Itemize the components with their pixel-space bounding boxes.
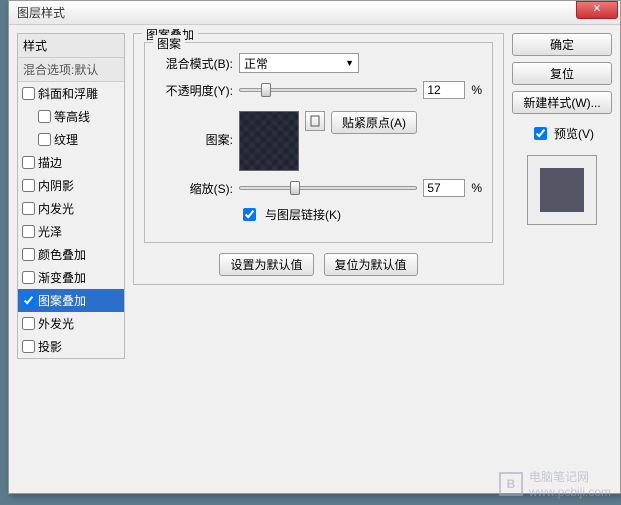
set-default-button[interactable]: 设置为默认值 [219,253,313,276]
style-checkbox[interactable] [22,271,35,284]
style-checkbox[interactable] [22,317,35,330]
style-item-3[interactable]: 描边 [18,151,124,174]
titlebar: 图层样式 ✕ [9,1,620,25]
style-label: 斜面和浮雕 [38,85,98,102]
style-label: 内发光 [38,200,74,217]
scale-slider[interactable] [239,186,417,190]
style-checkbox[interactable] [22,202,35,215]
style-label: 图案叠加 [38,292,86,309]
watermark: B 电脑笔记网 www.pcbiji.com [499,468,611,499]
right-buttons: 确定 复位 新建样式(W)... 预览(V) [512,33,612,485]
link-layer-checkbox[interactable] [243,208,256,221]
styles-header[interactable]: 样式 [18,34,124,58]
chevron-down-icon: ▼ [345,58,354,68]
new-style-button[interactable]: 新建样式(W)... [512,91,612,114]
watermark-line2: www.pcbiji.com [529,485,611,499]
blend-options-header[interactable]: 混合选项:默认 [18,58,124,82]
style-label: 渐变叠加 [38,269,86,286]
scale-input[interactable] [423,179,465,197]
pattern-new-icon[interactable] [305,111,325,131]
style-label: 光泽 [38,223,62,240]
style-checkbox[interactable] [22,294,35,307]
reset-default-button[interactable]: 复位为默认值 [324,253,418,276]
blend-mode-label: 混合模式(B): [155,55,233,72]
style-item-1[interactable]: 等高线 [18,105,124,128]
window-title: 图层样式 [17,4,65,21]
style-checkbox[interactable] [22,225,35,238]
cancel-button[interactable]: 复位 [512,62,612,85]
close-button[interactable]: ✕ [576,1,618,19]
ok-button[interactable]: 确定 [512,33,612,56]
style-checkbox[interactable] [22,156,35,169]
document-icon [309,115,321,127]
opacity-input[interactable] [423,81,465,99]
scale-label: 缩放(S): [155,180,233,197]
pattern-swatch[interactable] [239,111,299,171]
style-label: 投影 [38,338,62,355]
preview-box [527,155,597,225]
style-checkbox[interactable] [22,87,35,100]
style-item-9[interactable]: 图案叠加 [18,289,124,312]
opacity-slider[interactable] [239,88,417,92]
style-item-5[interactable]: 内发光 [18,197,124,220]
style-item-7[interactable]: 颜色叠加 [18,243,124,266]
settings-panel: 图案叠加 图案 混合模式(B): 正常 ▼ 不透明度(Y): [133,33,504,485]
style-item-8[interactable]: 渐变叠加 [18,266,124,289]
opacity-thumb[interactable] [261,83,271,97]
style-checkbox[interactable] [22,340,35,353]
watermark-logo: B [499,472,523,496]
blend-mode-select[interactable]: 正常 ▼ [239,53,359,73]
preview-swatch [540,168,584,212]
styles-sidebar: 样式 混合选项:默认 斜面和浮雕等高线纹理描边内阴影内发光光泽颜色叠加渐变叠加图… [17,33,125,485]
style-label: 内阴影 [38,177,74,194]
pattern-label: 图案: [155,111,233,148]
style-label: 等高线 [54,108,90,125]
style-checkbox[interactable] [22,179,35,192]
style-label: 外发光 [38,315,74,332]
scale-thumb[interactable] [290,181,300,195]
style-item-0[interactable]: 斜面和浮雕 [18,82,124,105]
inner-group-title: 图案 [153,35,185,52]
style-checkbox[interactable] [38,110,51,123]
style-item-2[interactable]: 纹理 [18,128,124,151]
preview-label: 预览(V) [554,125,594,142]
style-label: 纹理 [54,131,78,148]
style-item-4[interactable]: 内阴影 [18,174,124,197]
style-checkbox[interactable] [22,248,35,261]
snap-origin-button[interactable]: 贴紧原点(A) [331,111,417,134]
percent-label: % [471,83,482,97]
style-item-11[interactable]: 投影 [18,335,124,358]
blend-mode-value: 正常 [244,55,268,72]
style-checkbox[interactable] [38,133,51,146]
preview-checkbox[interactable] [534,127,547,140]
link-layer-label: 与图层链接(K) [265,206,341,223]
layer-style-dialog: 图层样式 ✕ 样式 混合选项:默认 斜面和浮雕等高线纹理描边内阴影内发光光泽颜色… [8,0,621,494]
style-label: 描边 [38,154,62,171]
percent-label: % [471,181,482,195]
watermark-line1: 电脑笔记网 [529,468,611,485]
style-label: 颜色叠加 [38,246,86,263]
style-item-6[interactable]: 光泽 [18,220,124,243]
style-item-10[interactable]: 外发光 [18,312,124,335]
opacity-label: 不透明度(Y): [155,82,233,99]
